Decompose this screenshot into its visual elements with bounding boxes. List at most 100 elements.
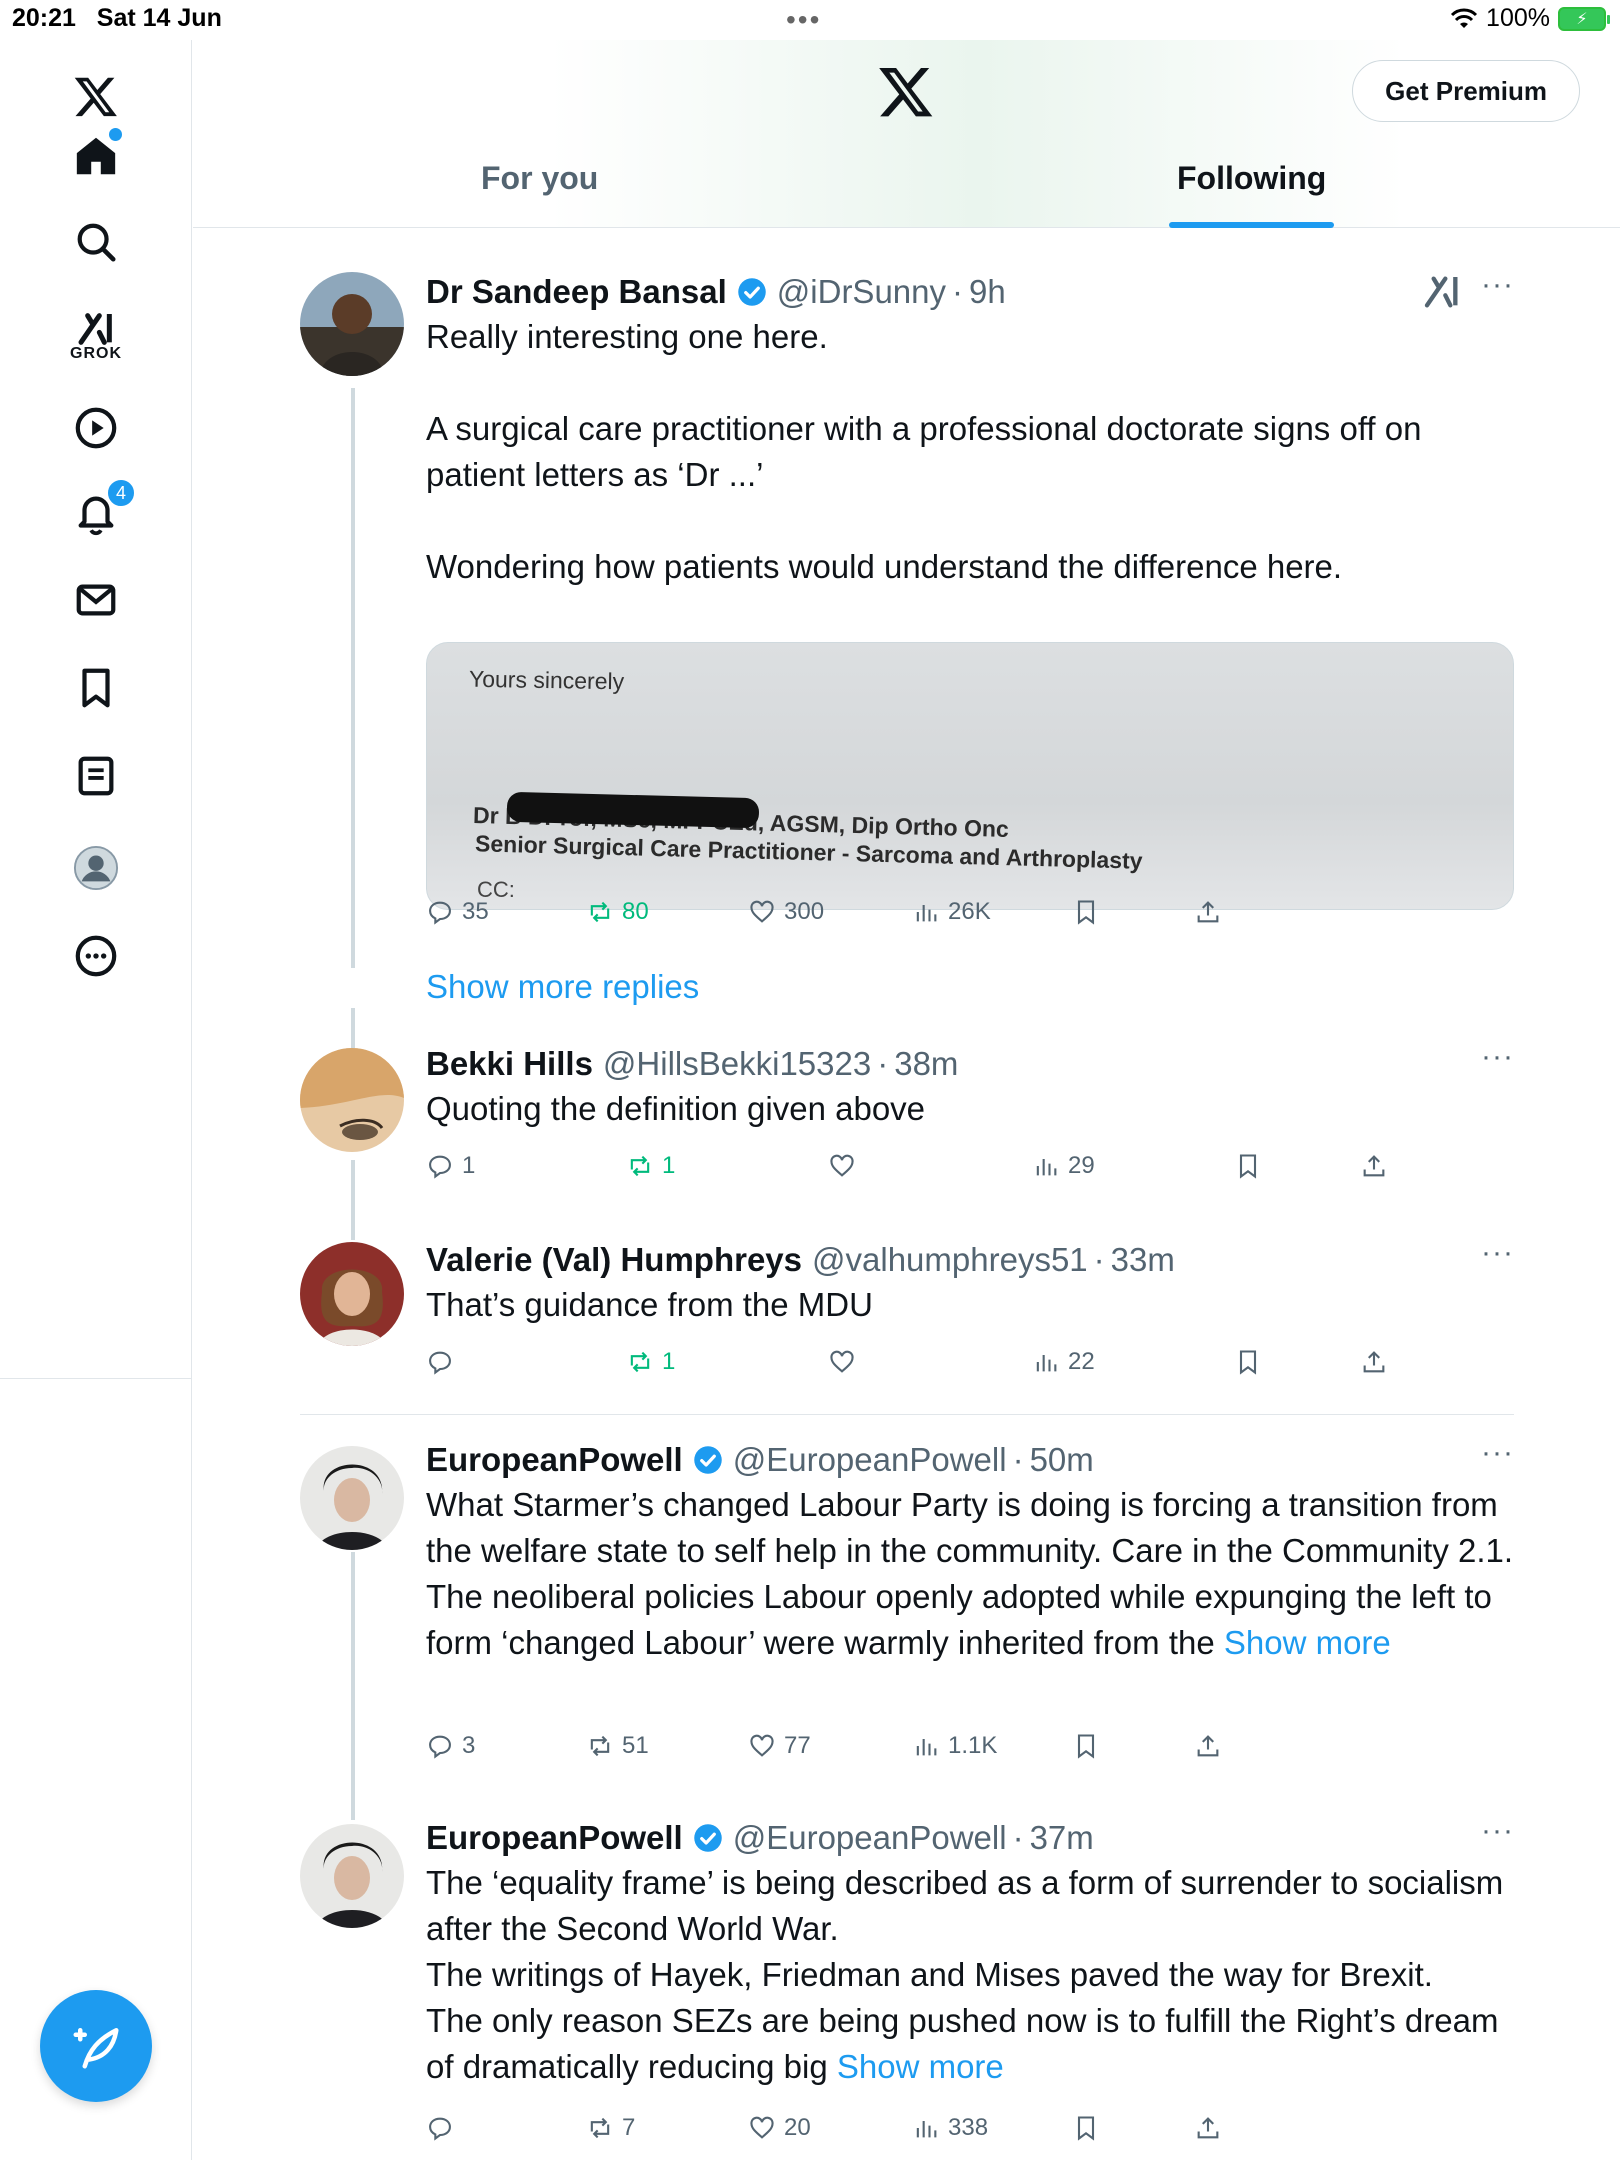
post-actions: 35 80 300 26K <box>426 898 1426 938</box>
avatar[interactable] <box>300 1242 404 1346</box>
author-name[interactable]: EuropeanPowell <box>426 1438 683 1482</box>
views-button[interactable]: 22 <box>1032 1348 1095 1376</box>
post[interactable]: EuropeanPowell @EuropeanPowell · 50m ··· W… <box>300 1438 1514 1768</box>
battery-percent: 100% <box>1486 4 1550 32</box>
show-more-link[interactable]: Show more <box>837 2048 1004 2085</box>
sidebar-item-profile[interactable] <box>62 834 130 902</box>
sidebar-item-notifications[interactable]: 4 <box>62 478 136 548</box>
sidebar-item-explore[interactable] <box>62 208 130 276</box>
views-chart-icon <box>1036 1355 1057 1372</box>
notifications-badge: 4 <box>106 478 136 508</box>
sidebar-item-home[interactable] <box>62 122 130 190</box>
list-icon <box>78 756 114 796</box>
like-button[interactable]: 20 <box>748 2114 811 2142</box>
post[interactable]: Valerie (Val) Humphreys @valhumphreys51 ·… <box>300 1238 1514 1388</box>
post-header: EuropeanPowell @EuropeanPowell · 37m <box>426 1816 1514 1860</box>
sidebar-item-grok[interactable]: GROK <box>62 302 130 370</box>
avatar[interactable] <box>300 272 404 376</box>
author-name[interactable]: EuropeanPowell <box>426 1816 683 1860</box>
sidebar-x-logo[interactable] <box>62 62 130 130</box>
multitasking-dots-icon[interactable]: ••• <box>786 4 821 36</box>
views-button[interactable]: 26K <box>912 898 991 926</box>
show-more-link[interactable]: Show more <box>1224 1624 1391 1661</box>
post-more-icon[interactable]: ··· <box>1481 1042 1514 1072</box>
verified-badge-icon <box>693 1824 722 1852</box>
verified-badge-icon <box>738 278 766 306</box>
avatar[interactable] <box>300 1446 404 1550</box>
avatar[interactable] <box>300 1048 404 1152</box>
views-button[interactable]: 1.1K <box>912 1732 997 1760</box>
repost-button[interactable]: 7 <box>586 2114 635 2142</box>
post-more-icon[interactable]: ··· <box>1481 270 1514 300</box>
x-logo-icon[interactable] <box>877 62 935 120</box>
bookmark-button[interactable] <box>1234 1152 1262 1180</box>
post-time[interactable]: 33m <box>1111 1238 1175 1282</box>
reply-button[interactable]: 35 <box>426 898 489 926</box>
author-name[interactable]: Valerie (Val) Humphreys <box>426 1238 802 1282</box>
repost-button[interactable]: 80 <box>586 898 649 926</box>
share-button[interactable] <box>1194 898 1222 926</box>
sidebar-item-bookmarks[interactable] <box>62 654 130 722</box>
image-text: Yours sincerely <box>468 665 625 695</box>
author-handle[interactable]: @iDrSunny <box>777 270 946 314</box>
views-button[interactable]: 338 <box>912 2114 988 2142</box>
views-button[interactable]: 29 <box>1032 1152 1095 1180</box>
sidebar-item-more[interactable] <box>62 922 130 990</box>
reply-button[interactable]: 3 <box>426 1732 475 1760</box>
grok-explain-icon[interactable] <box>1422 272 1462 312</box>
author-name[interactable]: Dr Sandeep Bansal <box>426 270 727 314</box>
share-button[interactable] <box>1360 1348 1388 1376</box>
sidebar-item-messages[interactable] <box>62 566 130 634</box>
reply-button[interactable]: 1 <box>426 1152 475 1180</box>
author-name[interactable]: Bekki Hills <box>426 1042 593 1086</box>
bookmark-button[interactable] <box>1072 2114 1100 2142</box>
sidebar-item-lists[interactable] <box>62 742 130 810</box>
x-logo-icon <box>74 77 117 117</box>
like-button[interactable] <box>828 1348 864 1376</box>
post[interactable]: Bekki Hills @HillsBekki15323 · 38m ··· Quo… <box>300 1042 1514 1192</box>
like-button[interactable]: 300 <box>748 898 824 926</box>
search-icon <box>77 223 116 262</box>
post-time[interactable]: 38m <box>894 1042 958 1086</box>
compose-post-button[interactable] <box>40 1990 152 2102</box>
repost-button[interactable]: 1 <box>626 1348 675 1376</box>
bookmark-button[interactable] <box>1072 1732 1100 1760</box>
get-premium-button[interactable]: Get Premium <box>1352 60 1580 122</box>
like-button[interactable]: 77 <box>748 1732 811 1760</box>
post-time[interactable]: 9h <box>969 270 1006 314</box>
like-button[interactable] <box>828 1152 864 1180</box>
share-icon <box>1197 2117 1219 2139</box>
post[interactable]: EuropeanPowell @EuropeanPowell · 37m ··· T… <box>300 1816 1514 2160</box>
post[interactable]: Dr Sandeep Bansal @iDrSunny · 9h ··· Reall… <box>300 270 1514 940</box>
post-more-icon[interactable]: ··· <box>1481 1238 1514 1268</box>
author-handle[interactable]: @EuropeanPowell <box>733 1438 1007 1482</box>
post-more-icon[interactable]: ··· <box>1481 1816 1514 1846</box>
reply-icon <box>429 901 451 925</box>
show-more-replies-link[interactable]: Show more replies <box>426 968 699 1006</box>
author-handle[interactable]: @EuropeanPowell <box>733 1816 1007 1860</box>
reply-button[interactable] <box>426 2114 462 2142</box>
post-image[interactable]: Yours sincerely Dr B DProf, MSc, MFPCEd,… <box>426 642 1514 910</box>
repost-button[interactable]: 1 <box>626 1152 675 1180</box>
mail-icon <box>76 584 116 616</box>
post-actions: 1 1 29 <box>426 1152 1426 1192</box>
tab-for-you[interactable]: For you <box>481 160 598 228</box>
post-more-icon[interactable]: ··· <box>1481 1438 1514 1468</box>
share-button[interactable] <box>1194 1732 1222 1760</box>
tab-following[interactable]: Following <box>1169 160 1335 228</box>
bookmark-button[interactable] <box>1072 898 1100 926</box>
post-time[interactable]: 50m <box>1030 1438 1094 1482</box>
author-handle[interactable]: @valhumphreys51 <box>812 1238 1088 1282</box>
share-button[interactable] <box>1360 1152 1388 1180</box>
avatar[interactable] <box>300 1824 404 1928</box>
sidebar-item-video[interactable] <box>62 394 130 462</box>
post-header: Valerie (Val) Humphreys @valhumphreys51 ·… <box>426 1238 1514 1282</box>
repost-button[interactable]: 51 <box>586 1732 649 1760</box>
play-icon <box>75 407 117 449</box>
bookmark-button[interactable] <box>1234 1348 1262 1376</box>
share-button[interactable] <box>1194 2114 1222 2142</box>
reply-button[interactable] <box>426 1348 462 1376</box>
post-text: Quoting the definition given above <box>426 1090 926 1127</box>
post-time[interactable]: 37m <box>1030 1816 1094 1860</box>
author-handle[interactable]: @HillsBekki15323 <box>603 1042 871 1086</box>
